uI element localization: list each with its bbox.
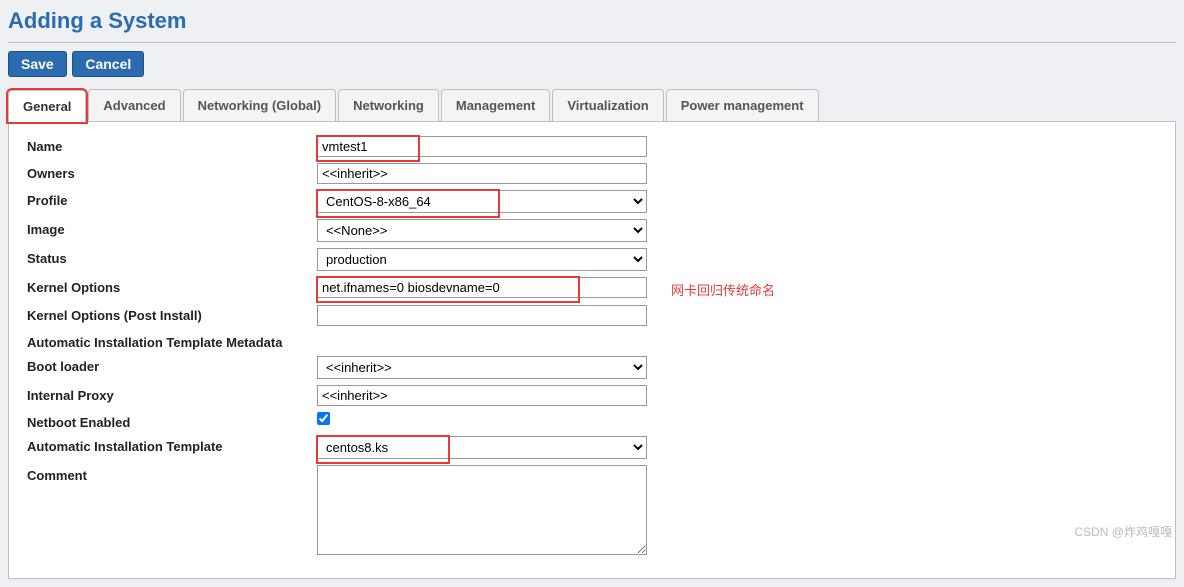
netboot-enabled-label: Netboot Enabled	[27, 412, 317, 430]
owners-input[interactable]	[317, 163, 647, 184]
profile-select[interactable]: CentOS-8-x86_64	[317, 190, 647, 213]
tab-power-management[interactable]: Power management	[666, 89, 819, 121]
name-input[interactable]	[317, 136, 647, 157]
comment-label: Comment	[27, 465, 317, 483]
autoinstall-meta-label: Automatic Installation Template Metadata	[27, 332, 317, 350]
tab-content: Name Owners Profile CentOS-8-x86_64 Imag…	[8, 122, 1176, 579]
tab-networking[interactable]: Networking	[338, 89, 439, 121]
autoinstall-template-label: Automatic Installation Template	[27, 436, 317, 454]
tabs: General Advanced Networking (Global) Net…	[8, 89, 1176, 122]
internal-proxy-input[interactable]	[317, 385, 647, 406]
tab-general[interactable]: General	[8, 90, 86, 122]
boot-loader-select[interactable]: <<inherit>>	[317, 356, 647, 379]
cancel-button[interactable]: Cancel	[72, 51, 144, 77]
internal-proxy-label: Internal Proxy	[27, 385, 317, 403]
boot-loader-label: Boot loader	[27, 356, 317, 374]
netboot-enabled-checkbox[interactable]	[317, 412, 330, 425]
status-select[interactable]: production	[317, 248, 647, 271]
profile-label: Profile	[27, 190, 317, 208]
page-title: Adding a System	[8, 8, 1176, 34]
name-label: Name	[27, 136, 317, 154]
tab-virtualization[interactable]: Virtualization	[552, 89, 663, 121]
autoinstall-template-select[interactable]: centos8.ks	[317, 436, 647, 459]
kernel-options-post-input[interactable]	[317, 305, 647, 326]
tab-networking-global[interactable]: Networking (Global)	[183, 89, 337, 121]
tab-management[interactable]: Management	[441, 89, 550, 121]
tab-advanced[interactable]: Advanced	[88, 89, 180, 121]
divider	[8, 42, 1176, 43]
image-select[interactable]: <<None>>	[317, 219, 647, 242]
owners-label: Owners	[27, 163, 317, 181]
button-row: Save Cancel	[8, 51, 1176, 77]
kernel-options-input[interactable]	[317, 277, 647, 298]
comment-textarea[interactable]	[317, 465, 647, 555]
kernel-options-post-label: Kernel Options (Post Install)	[27, 305, 317, 323]
status-label: Status	[27, 248, 317, 266]
kernel-annotation: 网卡回归传统命名	[671, 277, 775, 299]
image-label: Image	[27, 219, 317, 237]
kernel-options-label: Kernel Options	[27, 277, 317, 295]
save-button[interactable]: Save	[8, 51, 67, 77]
